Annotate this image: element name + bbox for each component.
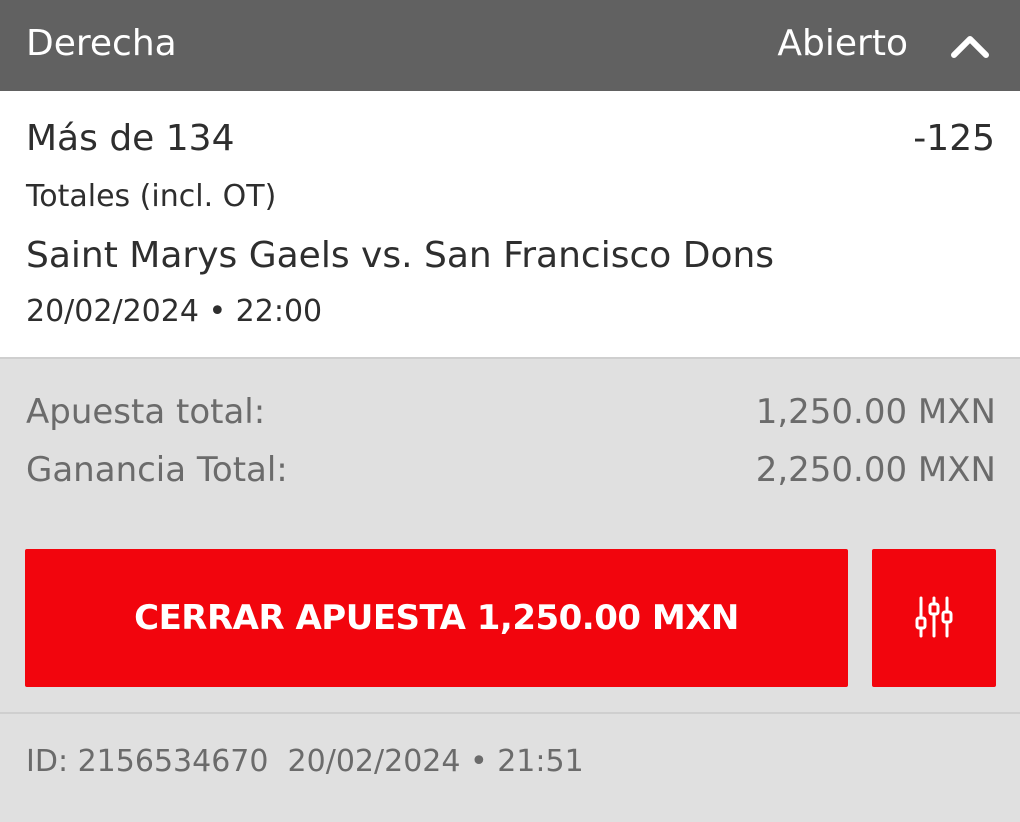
- cashout-settings-button[interactable]: [872, 549, 996, 687]
- event-datetime: 20/02/2024 • 22:00: [26, 294, 323, 329]
- event-name: Saint Marys Gaels vs. San Francisco Dons: [26, 235, 775, 276]
- chevron-up-icon[interactable]: [950, 26, 990, 66]
- total-win-label: Ganancia Total:: [26, 450, 288, 490]
- sliders-icon: [914, 595, 954, 642]
- selection-name: Más de 134: [26, 118, 235, 159]
- total-win-value: 2,250.00 MXN: [755, 450, 996, 490]
- market-type: Totales (incl. OT): [26, 179, 277, 214]
- total-stake-label: Apuesta total:: [26, 392, 266, 432]
- total-stake-value: 1,250.00 MXN: [755, 392, 996, 432]
- bet-header[interactable]: Derecha Abierto: [0, 0, 1020, 91]
- footer-divider: [0, 712, 1020, 714]
- bet-footer: ID: 2156534670 20/02/2024 • 21:51: [26, 742, 584, 782]
- selection-odds: -125: [913, 118, 995, 159]
- bet-status-label: Abierto: [777, 23, 908, 64]
- bet-id: ID: 2156534670: [26, 744, 269, 779]
- bet-placed-datetime: 20/02/2024 • 21:51: [287, 744, 584, 779]
- selection-card: Más de 134 -125 Totales (incl. OT) Saint…: [0, 91, 1020, 359]
- bet-type-label: Derecha: [26, 23, 177, 64]
- cashout-button-label: CERRAR APUESTA 1,250.00 MXN: [134, 598, 739, 638]
- cashout-button[interactable]: CERRAR APUESTA 1,250.00 MXN: [25, 549, 848, 687]
